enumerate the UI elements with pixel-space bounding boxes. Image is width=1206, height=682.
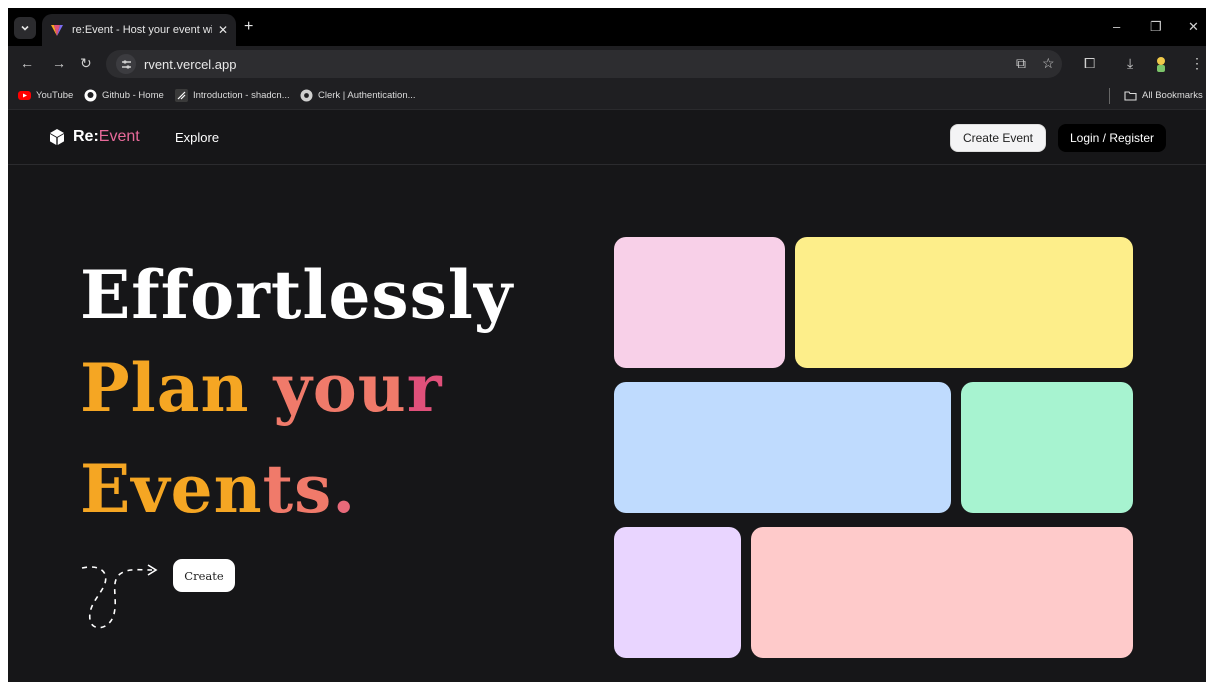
hero-line-3: Events. — [80, 456, 356, 522]
close-window-icon[interactable]: ✕ — [1188, 20, 1199, 33]
logo-brand-accent: Event — [98, 128, 140, 145]
create-event-button[interactable]: Create Event — [950, 124, 1046, 152]
yellow-tile — [795, 237, 1133, 368]
reload-icon[interactable]: ↻ — [80, 56, 92, 70]
pink-tile — [614, 237, 785, 368]
menu-kebab-icon[interactable]: ⋮ — [1190, 56, 1204, 70]
github-icon — [84, 89, 97, 102]
bookmark-label: Introduction - shadcn... — [193, 90, 290, 101]
forward-icon[interactable]: → — [52, 56, 66, 70]
tab-search-button[interactable] — [14, 17, 36, 39]
hero-line-2-part-c: r — [406, 349, 443, 427]
hero-line-1: Effortlessly — [80, 256, 514, 334]
purple-tile — [614, 527, 741, 658]
tab-strip: re:Event - Host your event with re: ✕ + … — [8, 8, 1206, 46]
bookmark-star-icon[interactable]: ☆ — [1042, 56, 1055, 70]
hero-line-3-part-b: ts — [262, 450, 333, 528]
hero-line-3-part-a: Even — [80, 450, 263, 528]
browser-toolbar: ← → ↻ rvent.vercel.app ⧉ ☆ ⧠ ⤓ ⋮ — [8, 46, 1206, 82]
chevron-down-icon — [21, 25, 29, 31]
download-icon[interactable]: ⤓ — [1127, 56, 1133, 70]
bookmark-github[interactable]: Github - Home — [84, 89, 164, 102]
active-tab[interactable]: re:Event - Host your event with re: ✕ — [42, 14, 236, 46]
new-tab-button[interactable]: + — [244, 19, 253, 35]
site-logo[interactable]: Re:Event — [48, 128, 140, 146]
site-header: Re:Event Explore Create Event Login / Re… — [8, 111, 1206, 165]
back-icon[interactable]: ← — [20, 56, 34, 70]
bookmarks-bar: YouTube Github - Home Introduction - sha… — [8, 82, 1206, 110]
hero-line-2-part-b: you — [273, 349, 407, 427]
dashed-arrow-icon — [81, 564, 158, 629]
nav-explore-link[interactable]: Explore — [175, 130, 219, 145]
rose-tile — [751, 527, 1133, 658]
all-bookmarks-label: All Bookmarks — [1142, 90, 1203, 101]
hero-line-2-part-a: Plan — [80, 349, 274, 427]
blue-tile — [614, 382, 951, 513]
cube-logo-icon — [50, 129, 64, 145]
minimize-icon[interactable]: – — [1113, 20, 1120, 33]
logo-text: Re:Event — [73, 128, 140, 146]
youtube-icon — [18, 91, 31, 100]
bookmark-youtube[interactable]: YouTube — [18, 89, 73, 102]
bookmarks-divider — [1109, 88, 1110, 104]
extensions-icon[interactable]: ⧠ — [1084, 56, 1095, 70]
login-register-button[interactable]: Login / Register — [1058, 124, 1166, 152]
bookmark-label: YouTube — [36, 90, 74, 101]
all-bookmarks-button[interactable]: All Bookmarks — [1124, 89, 1203, 102]
bookmark-clerk[interactable]: Clerk | Authentication... — [300, 89, 416, 102]
bookmark-label: Clerk | Authentication... — [318, 90, 416, 101]
bookmark-shadcn[interactable]: Introduction - shadcn... — [175, 89, 290, 102]
browser-window: re:Event - Host your event with re: ✕ + … — [8, 8, 1206, 682]
green-tile — [961, 382, 1133, 513]
logo-brand-main: Re: — [73, 128, 99, 145]
close-tab-icon[interactable]: ✕ — [218, 23, 228, 37]
site-info-icon[interactable] — [116, 54, 136, 74]
clerk-icon — [300, 89, 313, 102]
shadcn-icon — [175, 89, 188, 102]
hero-create-button[interactable]: Create — [173, 559, 235, 592]
hero-line-2: Plan your — [80, 355, 443, 421]
address-bar[interactable]: rvent.vercel.app — [106, 50, 1062, 78]
folder-icon — [1124, 91, 1137, 101]
url-text: rvent.vercel.app — [144, 56, 237, 72]
reevent-favicon-icon — [51, 25, 63, 36]
cast-icon[interactable]: ⧉ — [1016, 56, 1026, 70]
hero-line-3-part-c: . — [332, 450, 357, 528]
profile-avatar-icon[interactable] — [1154, 56, 1168, 74]
bookmark-label: Github - Home — [102, 90, 164, 101]
tab-title: re:Event - Host your event with re: — [72, 24, 212, 36]
restore-icon[interactable]: ❐ — [1150, 20, 1162, 33]
